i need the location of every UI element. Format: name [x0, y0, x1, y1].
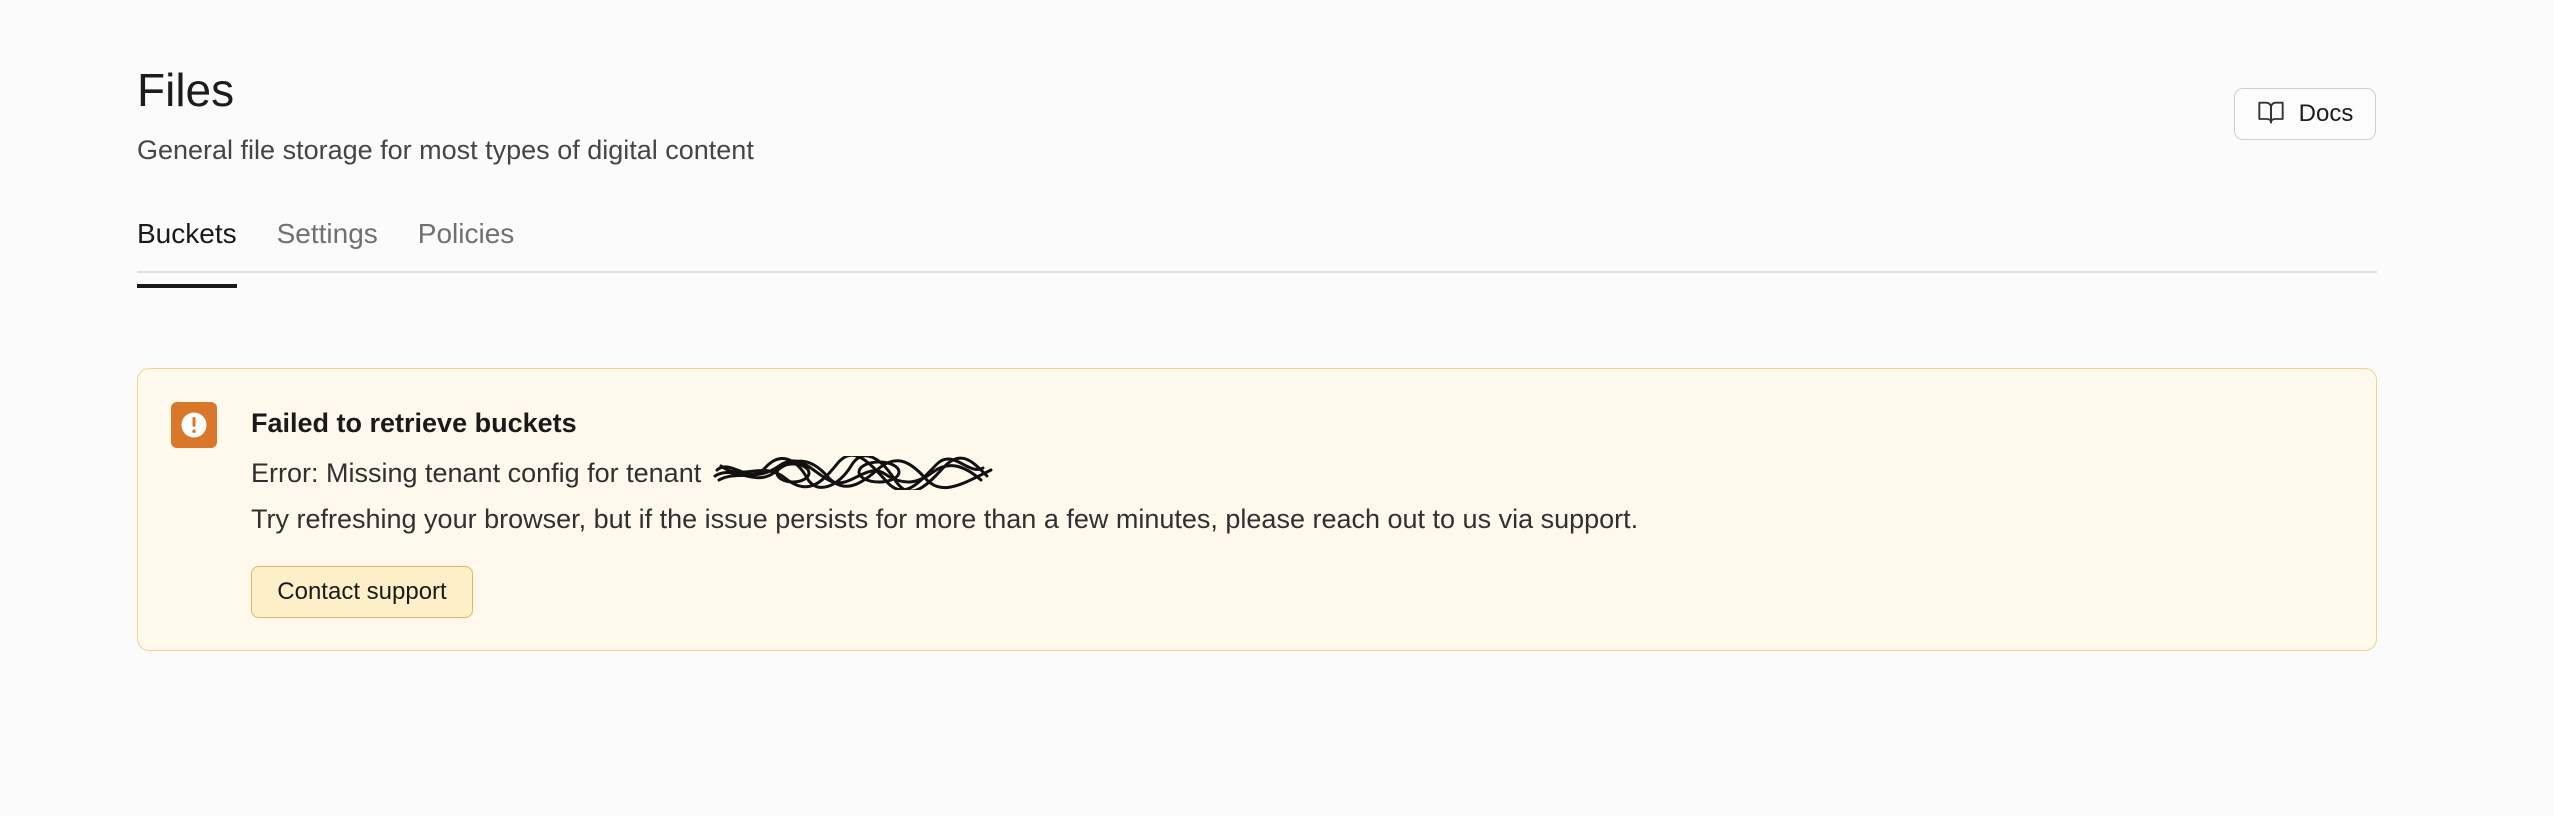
tab-bar: Buckets Settings Policies — [137, 212, 2377, 288]
contact-support-button[interactable]: Contact support — [251, 566, 473, 618]
tab-buckets[interactable]: Buckets — [137, 212, 237, 288]
page-title: Files — [137, 64, 235, 116]
docs-button[interactable]: Docs — [2234, 88, 2376, 140]
tab-settings[interactable]: Settings — [277, 212, 378, 271]
error-alert: Failed to retrieve buckets Error: Missin… — [137, 368, 2377, 651]
alert-error-message: Error: Missing tenant config for tenant — [251, 453, 996, 493]
alert-circle-icon — [171, 402, 217, 448]
book-open-icon — [2257, 98, 2285, 131]
redacted-scribble — [711, 453, 996, 493]
alert-title: Failed to retrieve buckets — [251, 408, 577, 438]
alert-error-text: Error: Missing tenant config for tenant — [251, 458, 702, 488]
tab-policies[interactable]: Policies — [418, 212, 514, 271]
alert-description: Try refreshing your browser, but if the … — [251, 504, 1639, 534]
page-subtitle: General file storage for most types of d… — [137, 135, 754, 165]
docs-button-label: Docs — [2298, 100, 2354, 127]
files-page: Files General file storage for most type… — [137, 0, 2377, 816]
